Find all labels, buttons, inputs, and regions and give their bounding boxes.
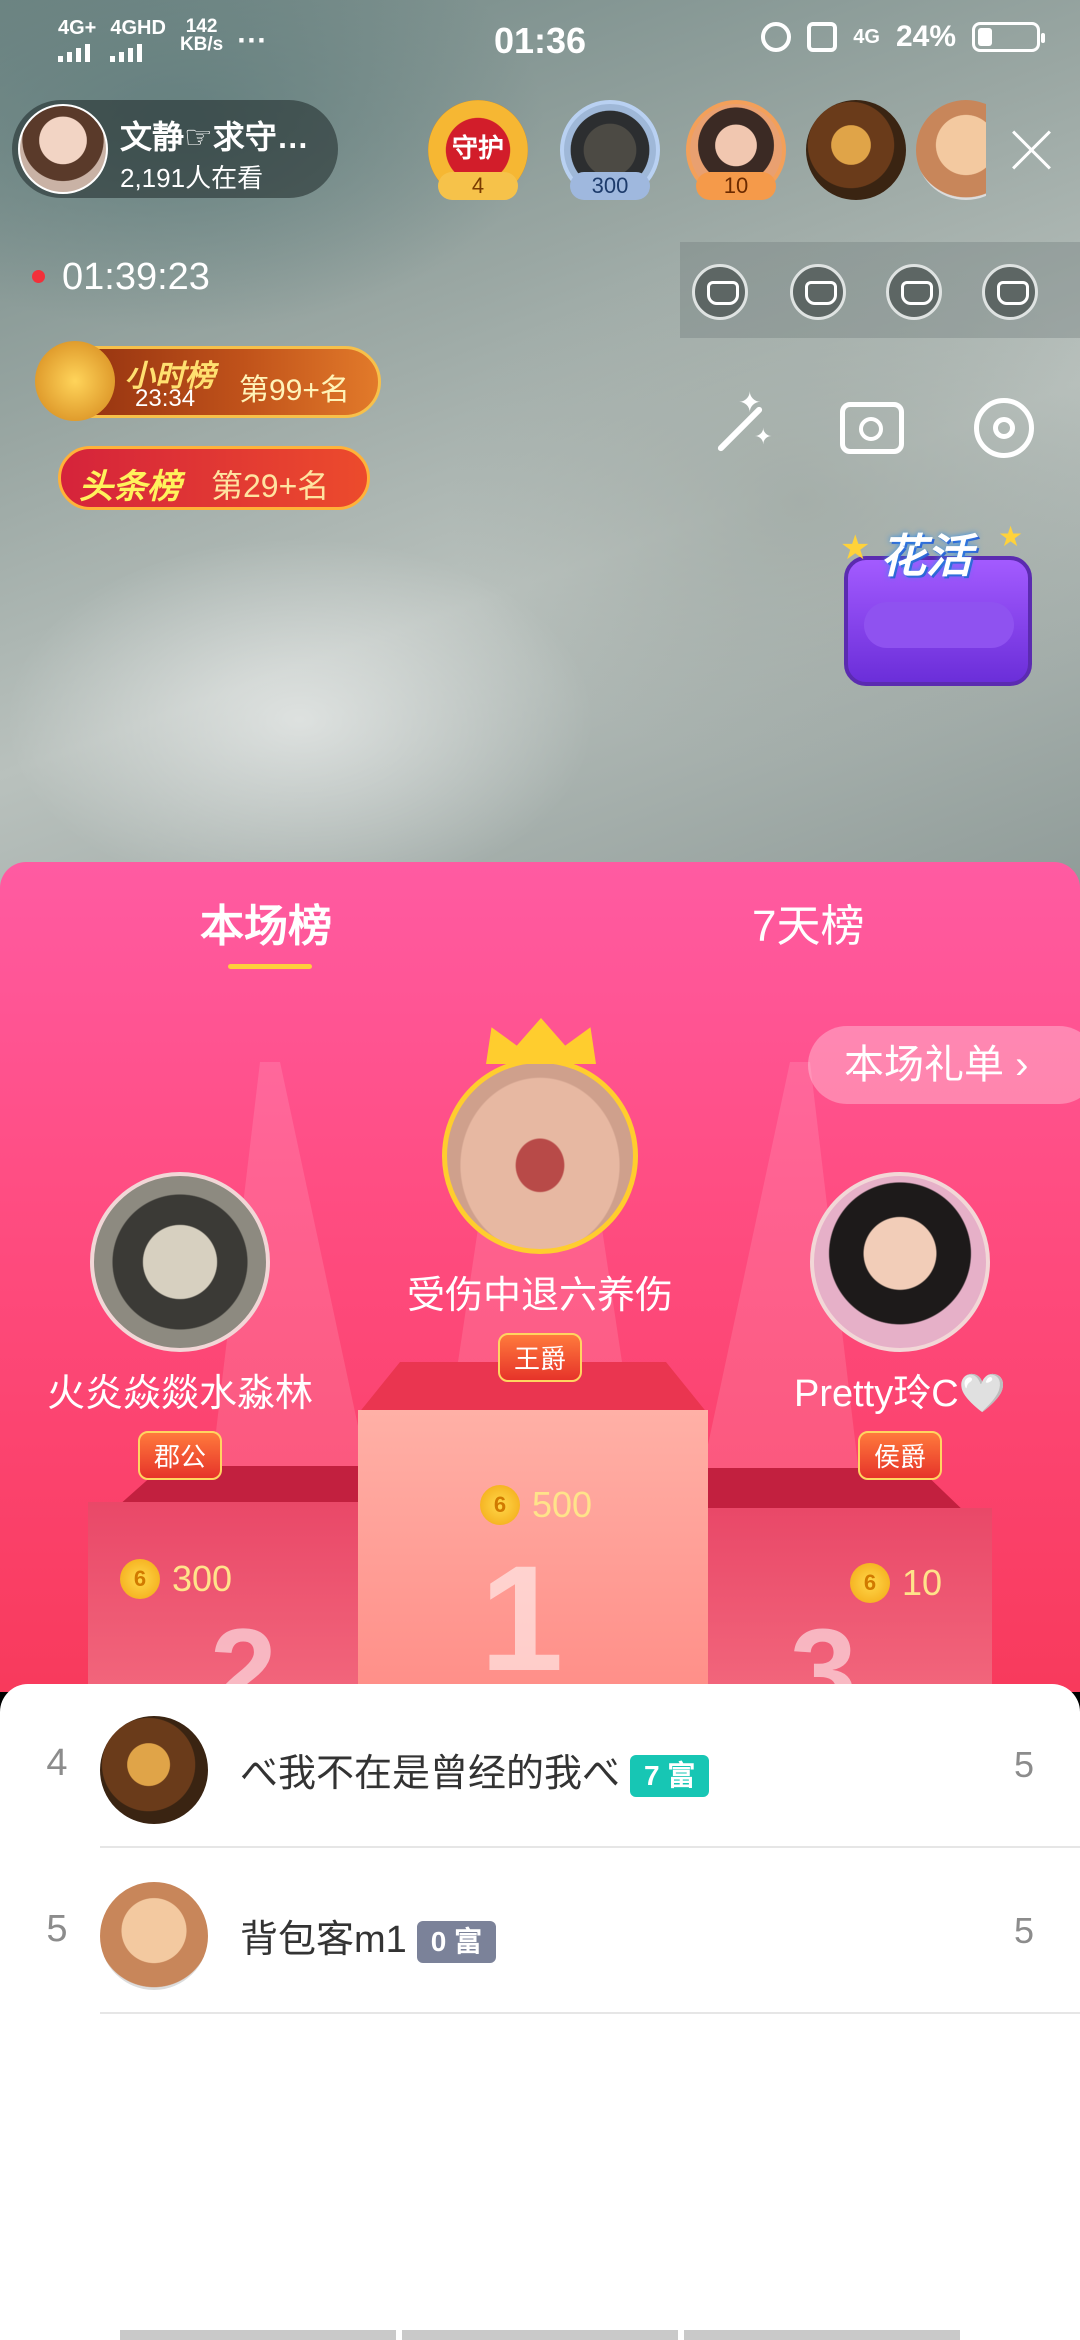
- settings-gear-icon[interactable]: [968, 392, 1040, 464]
- avatar[interactable]: [100, 1716, 208, 1824]
- winner-first-coins: 6 500: [480, 1484, 592, 1526]
- coin-icon: 6: [850, 1563, 890, 1603]
- list-item[interactable]: 4 べ我不在是曾经的我べ 7 富 5: [0, 1684, 1080, 1848]
- battery-icon: [972, 22, 1045, 52]
- live-timer: 01:39:23: [62, 256, 210, 298]
- mic-seats: [680, 242, 1080, 338]
- winner-name: 火炎焱燚水淼林: [46, 1373, 313, 1415]
- coin-icon: 6: [480, 1485, 520, 1525]
- huahuo-activity-widget[interactable]: 花活 ★ ★: [840, 520, 1040, 690]
- beauty-wand-icon[interactable]: ✦ ✦: [700, 387, 772, 464]
- noble-badge: 王爵: [497, 1333, 582, 1382]
- empty-seat-icon[interactable]: [982, 264, 1038, 320]
- hour-rank-countdown: 23:34: [135, 385, 196, 412]
- list-username: べ我不在是曾经的我べ 7 富: [240, 1742, 710, 1797]
- star-icon: ★: [840, 529, 871, 567]
- ranking-panel: 本场榜 7天榜 本场礼单 › 1 2 3 受伤中退六养伤 王爵 6 500 火炎…: [0, 862, 1080, 1692]
- list-rank: 4: [46, 1742, 68, 1784]
- alarm-icon: [761, 22, 792, 52]
- winner-avatar[interactable]: [90, 1172, 270, 1352]
- empty-seat-icon[interactable]: [790, 264, 846, 320]
- audience-avatar-3[interactable]: [806, 100, 906, 200]
- tab-seven-days[interactable]: 7天榜: [752, 890, 864, 954]
- headline-rank-title: 头条榜: [79, 468, 181, 506]
- list-score: 5: [1013, 1744, 1034, 1785]
- winner-avatar[interactable]: [442, 1058, 638, 1254]
- crown-icon: [486, 1018, 596, 1064]
- host-name: 文静☞求守…: [120, 119, 309, 155]
- trophy-icon: [35, 341, 115, 421]
- divider: [100, 2012, 1080, 2014]
- list-username: 背包客m1 0 富: [240, 1908, 497, 1963]
- podium-number-3: 3: [790, 1604, 857, 1692]
- hour-rank-badge[interactable]: 小时榜 23:34 第99+名: [35, 341, 381, 421]
- winner-avatar[interactable]: [810, 1172, 990, 1352]
- empty-seat-icon[interactable]: [886, 264, 942, 320]
- audience-avatar: [916, 100, 986, 200]
- headline-rank-badge[interactable]: 头条榜 第29+名: [58, 446, 370, 510]
- guard-badge[interactable]: 守护 4: [428, 100, 528, 200]
- flip-camera-icon[interactable]: [836, 392, 908, 464]
- audience-avatar-1[interactable]: 300: [560, 100, 660, 200]
- list-score: 5: [1013, 1910, 1034, 1951]
- audience-score: 300: [570, 172, 650, 200]
- winner-third-coins: 6 10: [850, 1562, 942, 1604]
- host-info[interactable]: 文静☞求守… 2,191人在看: [12, 100, 338, 198]
- battery-percent: 24%: [895, 20, 956, 53]
- headline-rank-position: 第29+名: [211, 468, 330, 504]
- list-item[interactable]: 5 背包客m1 0 富 5: [0, 1850, 1080, 2014]
- winner-third[interactable]: Pretty玲C🤍 侯爵: [740, 1172, 1060, 1480]
- host-avatar[interactable]: [18, 104, 108, 194]
- audience-avatar-4[interactable]: [916, 100, 986, 200]
- star-icon: ★: [998, 521, 1024, 552]
- noble-badge: 侯爵: [857, 1431, 942, 1480]
- coin-icon: 6: [120, 1559, 160, 1599]
- recording-dot-icon: [32, 270, 45, 283]
- wealth-level-badge: 7 富: [630, 1754, 710, 1797]
- gift-list-button[interactable]: 本场礼单 ›: [808, 1026, 1080, 1104]
- divider: [100, 1846, 1080, 1848]
- ranking-list: 4 べ我不在是曾经的我べ 7 富 5 5 背包客m1 0 富 5: [0, 1684, 1080, 2340]
- mobile-data-icon: 4G: [853, 25, 880, 48]
- winner-first[interactable]: 受伤中退六养伤 王爵: [385, 1018, 695, 1382]
- tab-current-session[interactable]: 本场榜: [200, 890, 332, 954]
- tab-indicator: [228, 964, 312, 969]
- empty-seat-icon[interactable]: [692, 264, 748, 320]
- viewer-count: 2,191人在看: [120, 163, 264, 193]
- mute-icon: [807, 22, 838, 52]
- winner-second-coins: 6 300: [120, 1558, 232, 1600]
- winner-second[interactable]: 火炎焱燚水淼林 郡公: [20, 1172, 340, 1480]
- audience-avatar: [806, 100, 906, 200]
- audience-score: 10: [696, 172, 776, 200]
- guard-count: 4: [438, 172, 518, 200]
- avatar[interactable]: [100, 1882, 208, 1990]
- status-bar: 4G+ 4GHD 142 KB/s ··· 01:36 4G 24%: [0, 0, 1080, 84]
- audience-avatar-2[interactable]: 10: [686, 100, 786, 200]
- noble-badge: 郡公: [137, 1431, 222, 1480]
- close-icon[interactable]: [1010, 128, 1054, 172]
- hour-rank-position: 第99+名: [239, 374, 350, 407]
- huahuo-title: 花活: [880, 530, 972, 582]
- winner-name: 受伤中退六养伤: [406, 1275, 673, 1317]
- wealth-level-badge: 0 富: [416, 1920, 497, 1963]
- list-rank: 5: [46, 1908, 68, 1950]
- podium-number-2: 2: [210, 1604, 277, 1692]
- podium-number-1: 1: [480, 1534, 564, 1692]
- winner-name: Pretty玲C🤍: [793, 1373, 1006, 1415]
- navigation-gesture-bar: [120, 2330, 960, 2340]
